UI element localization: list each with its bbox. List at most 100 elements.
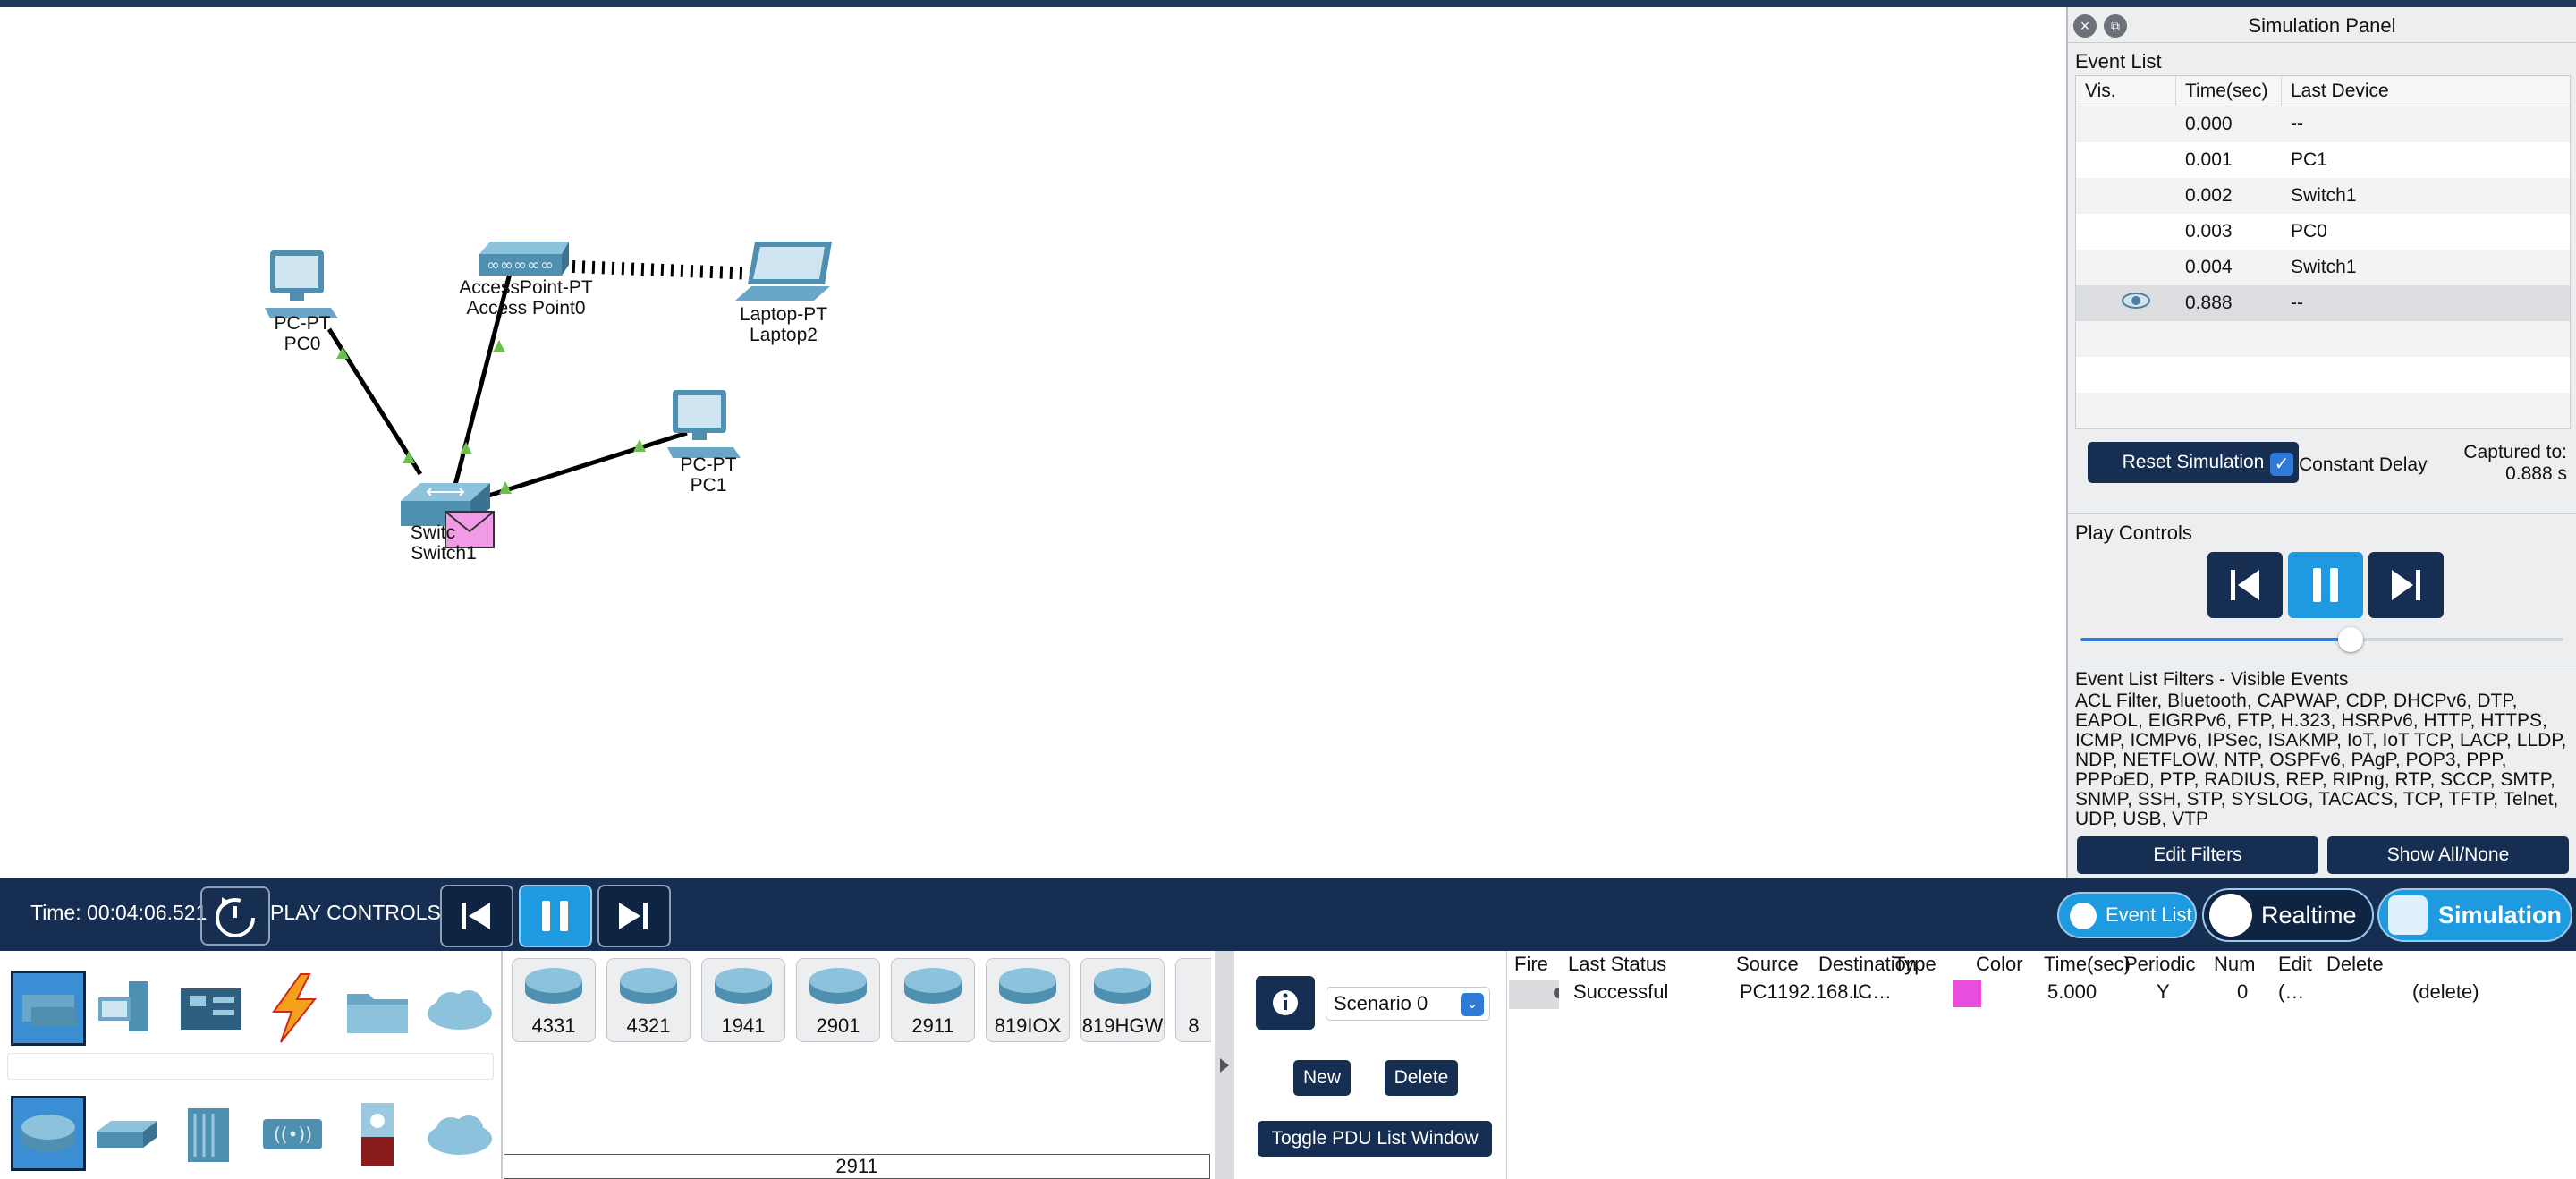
- reset-simulation-button[interactable]: Reset Simulation: [2088, 442, 2299, 483]
- time-bar: Time: 00:04:06.521 PLAY CONTROLS: Event …: [0, 878, 2576, 951]
- col-periodic[interactable]: Periodic: [2124, 953, 2195, 976]
- switch1-label: Switc Switch1: [411, 522, 477, 564]
- scenario-info-button[interactable]: [1256, 976, 1315, 1030]
- security-subcategory[interactable]: [340, 1096, 415, 1171]
- router-icon: [999, 968, 1056, 1004]
- hubs-subcategory[interactable]: [174, 1096, 249, 1171]
- device-model: Laptop-PT: [739, 304, 828, 325]
- pdu-delete[interactable]: (delete): [2412, 980, 2479, 1004]
- pc1-icon: [667, 390, 741, 458]
- device-model-tile[interactable]: 819HGW: [1080, 958, 1165, 1042]
- network-devices-icon: [22, 995, 76, 1027]
- col-last-device[interactable]: Last Device: [2282, 76, 2570, 106]
- device-model-tile[interactable]: 819IOX: [986, 958, 1070, 1042]
- scenario-selected: Scenario 0: [1334, 992, 1428, 1014]
- end-devices-category[interactable]: [89, 971, 165, 1046]
- simulation-mode-button[interactable]: Simulation: [2377, 888, 2572, 942]
- panel-splitter[interactable]: [1215, 951, 1234, 1179]
- wireless-icon: ((•)): [263, 1119, 322, 1149]
- event-time: 0.004: [2185, 257, 2233, 277]
- new-scenario-button[interactable]: New: [1293, 1060, 1351, 1096]
- col-source[interactable]: Source: [1736, 953, 1799, 976]
- chevron-down-icon: ⌄: [1461, 993, 1484, 1016]
- col-fire[interactable]: Fire: [1514, 953, 1548, 976]
- col-time[interactable]: Time(sec): [2044, 953, 2131, 976]
- routers-subcategory[interactable]: [11, 1096, 86, 1171]
- step-back-button[interactable]: [2207, 552, 2283, 618]
- link-up-indicator: [460, 442, 472, 454]
- pdu-source: PC1: [1740, 980, 1778, 1003]
- device-model-tile[interactable]: 2911: [891, 958, 975, 1042]
- toggle-pdu-list-button[interactable]: Toggle PDU List Window: [1258, 1121, 1492, 1157]
- event-time: 0.000: [2185, 114, 2233, 134]
- show-all-none-button[interactable]: Show All/None: [2327, 836, 2569, 874]
- device-model-tile[interactable]: 8: [1175, 958, 1211, 1042]
- col-color[interactable]: Color: [1976, 953, 2023, 976]
- end-devices-icon: [98, 981, 148, 1031]
- bottom-pause-button[interactable]: [519, 885, 592, 947]
- col-num[interactable]: Num: [2214, 953, 2255, 976]
- event-list-toggle-label: Event List: [2106, 903, 2192, 926]
- device-model: Switc: [410, 522, 456, 543]
- pdu-row[interactable]: Successful PC1 192.168.… IC… 5.000 Y 0 (…: [1507, 980, 2576, 1011]
- components-icon: [181, 988, 242, 1030]
- logical-workspace[interactable]: ∞∞∞∞∞ PC-PT PC0 AccessPoint-PT Access Po…: [0, 7, 2066, 878]
- wan-emulation-subcategory[interactable]: [422, 1096, 497, 1171]
- router-icon: [21, 1115, 75, 1152]
- event-time: 0.888: [2185, 293, 2233, 313]
- delete-scenario-button[interactable]: Delete: [1385, 1060, 1458, 1096]
- fire-button[interactable]: [1509, 980, 1564, 1009]
- reset-time-button[interactable]: [200, 886, 270, 946]
- event-list-toggle-button[interactable]: Event List: [2057, 892, 2197, 938]
- link-pc1-switch1: [482, 430, 688, 500]
- device-model-tile[interactable]: 4331: [512, 958, 596, 1042]
- event-row-selected[interactable]: 0.888 --: [2076, 285, 2570, 321]
- event-row[interactable]: 0.001 PC1: [2076, 142, 2570, 178]
- multiuser-category[interactable]: [422, 971, 497, 1046]
- bottom-step-forward-button[interactable]: [597, 885, 671, 947]
- connections-category[interactable]: [256, 971, 331, 1046]
- step-forward-button[interactable]: [2368, 552, 2444, 618]
- pdu-num: 0: [2237, 980, 2249, 1003]
- col-last-status[interactable]: Last Status: [1568, 953, 1666, 976]
- constant-delay-checkbox[interactable]: ✓: [2270, 453, 2293, 476]
- edit-filters-button[interactable]: Edit Filters: [2077, 836, 2318, 874]
- device-model-tile[interactable]: 4321: [606, 958, 691, 1042]
- col-time[interactable]: Time(sec): [2176, 75, 2282, 106]
- bottom-step-back-button[interactable]: [440, 885, 513, 947]
- event-row[interactable]: 0.000 --: [2076, 106, 2570, 142]
- link-up-indicator: [336, 347, 349, 359]
- col-type[interactable]: Type: [1894, 953, 1936, 976]
- event-row[interactable]: 0.004 Switch1: [2076, 250, 2570, 285]
- event-time: 0.002: [2185, 185, 2233, 206]
- fire-icon: [1554, 988, 1564, 998]
- event-device: PC1: [2291, 149, 2327, 170]
- scenario-select[interactable]: Scenario 0 ⌄: [1326, 987, 1490, 1021]
- event-row[interactable]: 0.002 Switch1: [2076, 178, 2570, 214]
- event-row[interactable]: 0.003 PC0: [2076, 214, 2570, 250]
- router-icon: [809, 968, 867, 1004]
- event-row-empty: [2076, 321, 2570, 357]
- col-edit[interactable]: Edit: [2278, 953, 2312, 976]
- col-delete[interactable]: Delete: [2326, 953, 2384, 976]
- pdu-edit[interactable]: (…: [2278, 980, 2304, 1004]
- step-forward-icon: [2392, 570, 2420, 600]
- event-list-table: Vis. Time(sec) Last Device 0.000 -- 0.00…: [2075, 75, 2571, 429]
- device-model-tile[interactable]: 2901: [796, 958, 880, 1042]
- device-model-label: 4331: [531, 1014, 576, 1037]
- network-devices-category[interactable]: [11, 971, 86, 1046]
- realtime-mode-button[interactable]: Realtime: [2202, 888, 2374, 942]
- miscellaneous-category[interactable]: [340, 971, 415, 1046]
- top-toolbar-strip: [0, 0, 2576, 7]
- col-vis[interactable]: Vis.: [2076, 75, 2176, 106]
- components-category[interactable]: [174, 971, 249, 1046]
- simulation-label: Simulation: [2438, 902, 2563, 929]
- pdu-time: 5.000: [2047, 980, 2097, 1003]
- play-speed-knob[interactable]: [2338, 627, 2364, 652]
- pause-button[interactable]: [2288, 552, 2363, 618]
- wireless-subcategory[interactable]: ((•)): [256, 1096, 331, 1171]
- play-speed-slider[interactable]: [2080, 627, 2563, 652]
- realtime-label: Realtime: [2261, 902, 2357, 929]
- switches-subcategory[interactable]: [89, 1096, 165, 1171]
- device-model-tile[interactable]: 1941: [701, 958, 785, 1042]
